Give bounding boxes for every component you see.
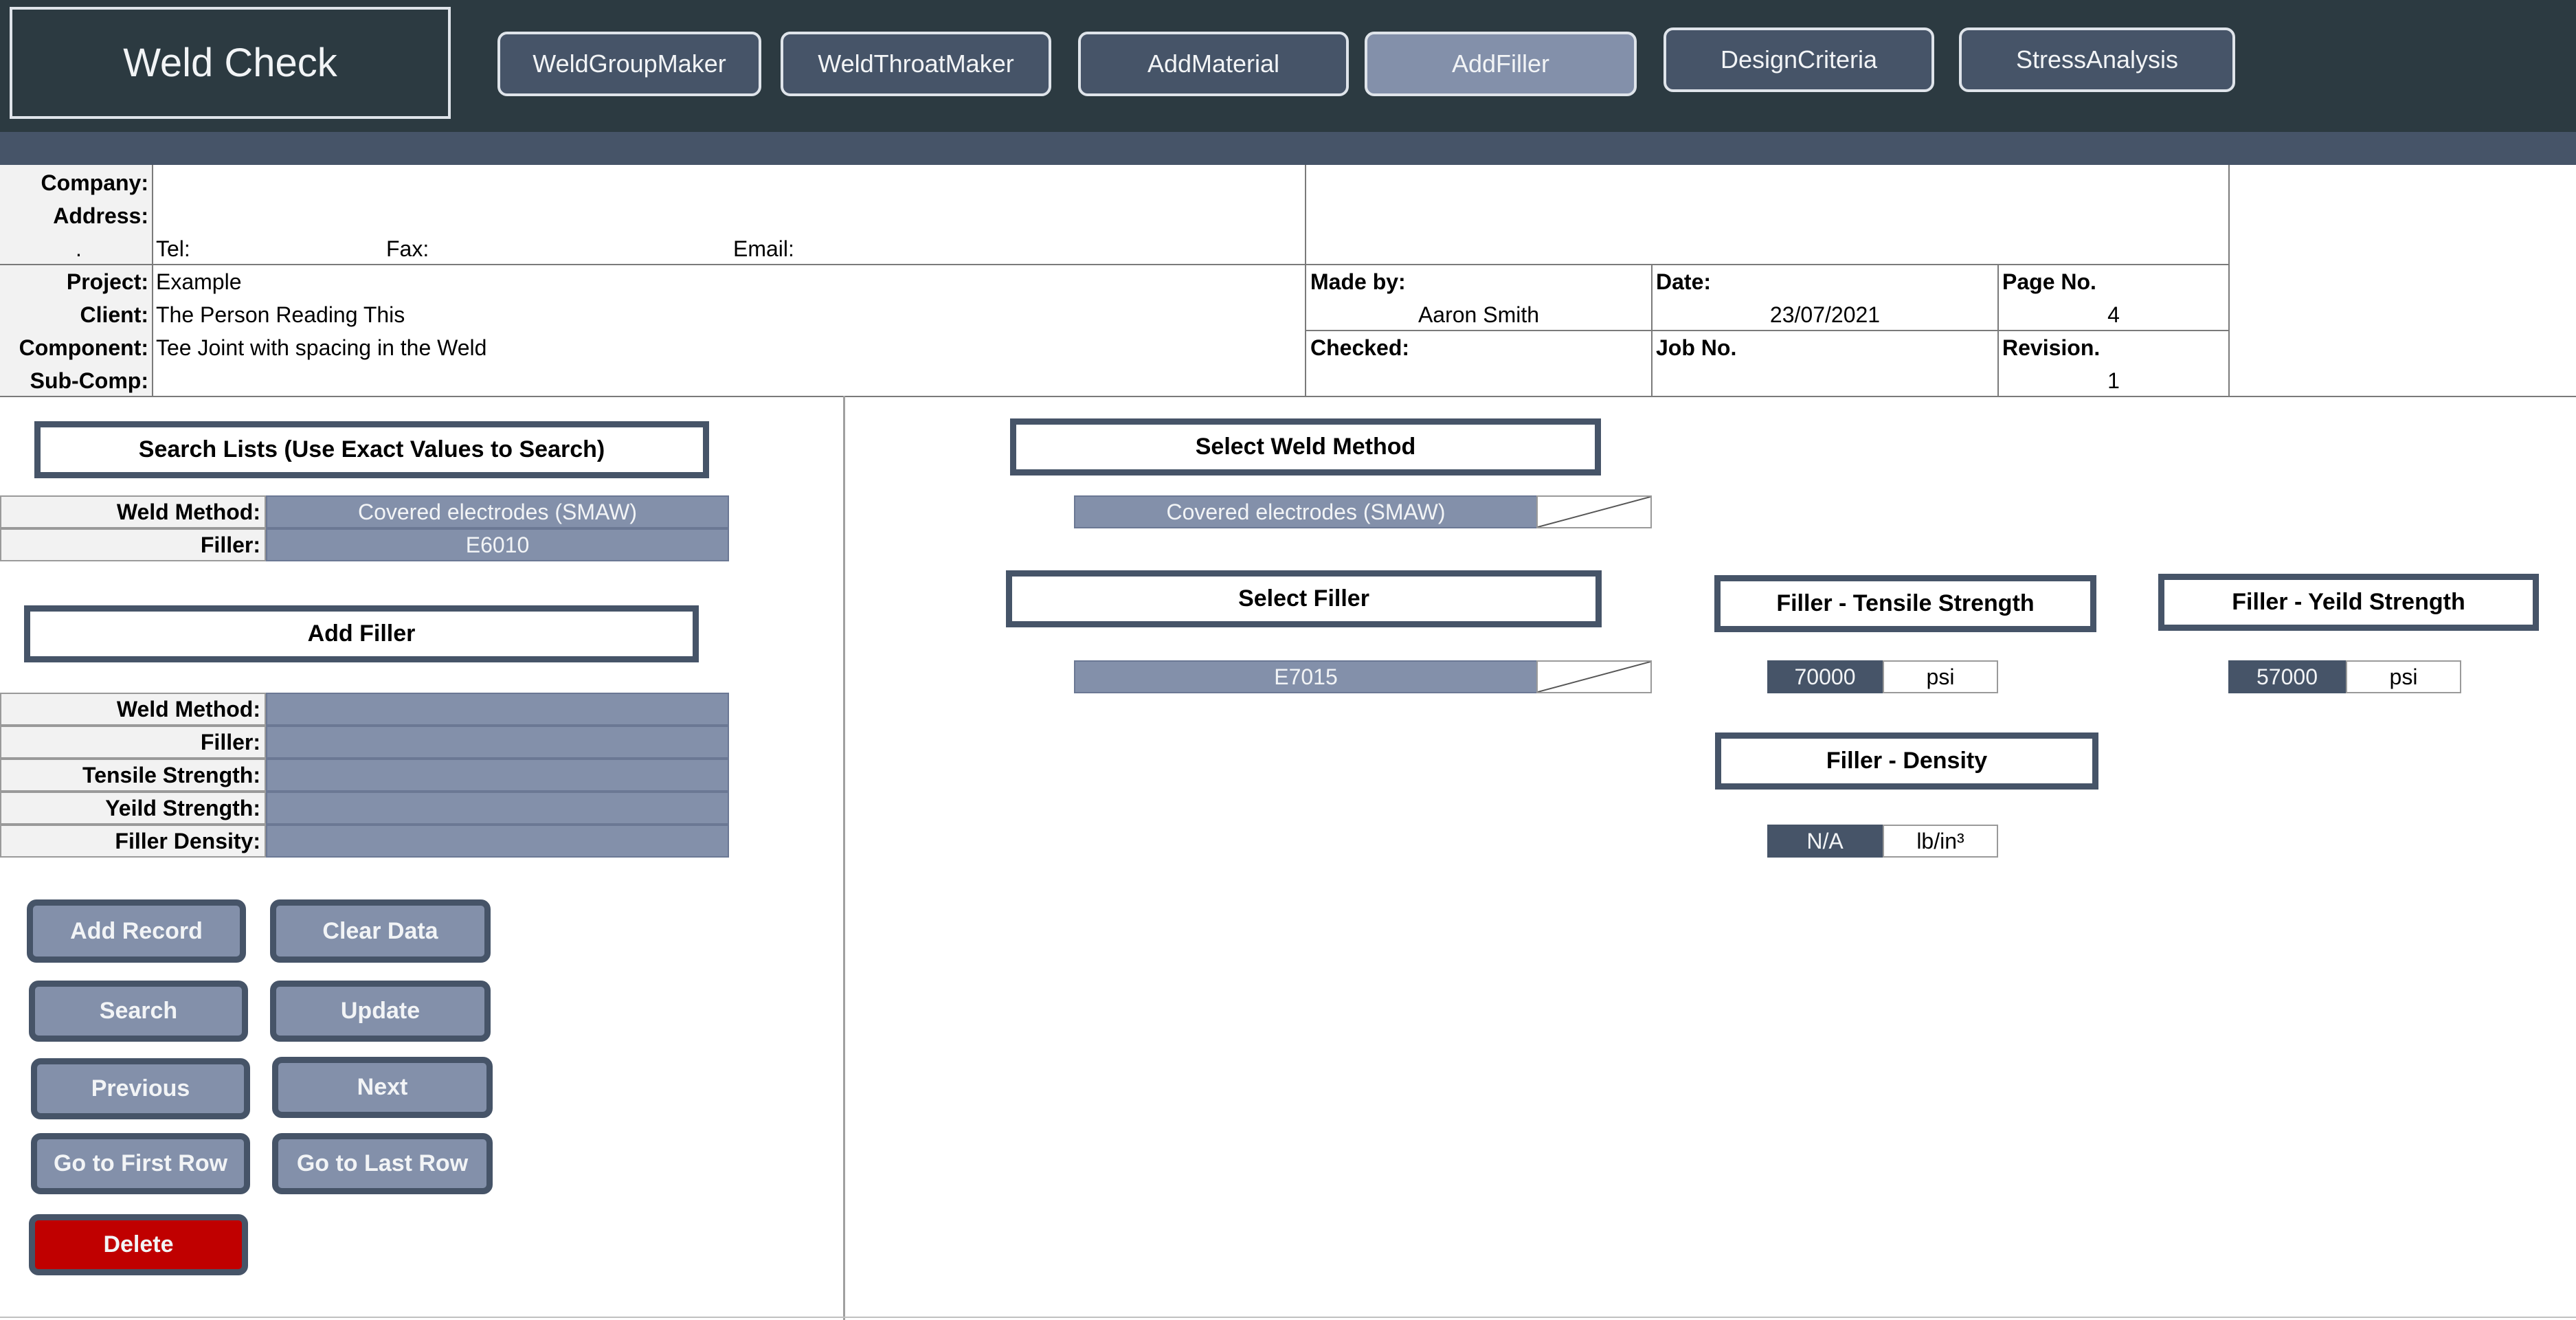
search-lists-heading: Search Lists (Use Exact Values to Search… — [34, 421, 709, 478]
search-weld-method-label: Weld Method: — [0, 495, 266, 528]
add-record-button[interactable]: Add Record — [27, 899, 246, 963]
nav-weld-throat-maker-button[interactable]: WeldThroatMaker — [781, 32, 1051, 96]
add-filler-density-label: Filler Density: — [0, 825, 266, 858]
add-filler-label: Filler: — [0, 726, 266, 759]
date-label: Date: — [1656, 269, 1712, 294]
add-weld-method-label: Weld Method: — [0, 693, 266, 726]
job-no-label: Job No. — [1656, 335, 1737, 360]
yield-strength-unit: psi — [2346, 660, 2461, 693]
grid-line — [152, 165, 153, 396]
client-value[interactable]: The Person Reading This — [156, 298, 405, 331]
weld-method-select-value[interactable]: Covered electrodes (SMAW) — [1074, 495, 1538, 528]
checked-label: Checked: — [1310, 335, 1410, 360]
made-by-label: Made by: — [1310, 269, 1406, 294]
app-title: Weld Check — [10, 7, 451, 119]
grid-line — [2228, 165, 2230, 396]
project-value[interactable]: Example — [156, 265, 242, 298]
fax-label: Fax: — [386, 236, 429, 261]
clear-data-button[interactable]: Clear Data — [270, 899, 491, 963]
search-filler-label: Filler: — [0, 528, 266, 561]
page-no-value[interactable]: 4 — [1999, 298, 2228, 331]
add-yield-strength-label: Yeild Strength: — [0, 792, 266, 825]
add-tensile-strength-label: Tensile Strength: — [0, 759, 266, 792]
made-by-value[interactable]: Aaron Smith — [1306, 298, 1651, 331]
filler-density-value: N/A — [1767, 825, 1883, 858]
add-filler-input[interactable] — [266, 726, 729, 759]
subcomp-label: Sub-Comp: — [30, 368, 148, 393]
nav-weld-group-maker-button[interactable]: WeldGroupMaker — [497, 32, 761, 96]
yield-strength-value: 57000 — [2228, 660, 2346, 693]
dropdown-arrow-icon — [1537, 661, 1651, 693]
yield-strength-heading: Filler - Yeild Strength — [2158, 574, 2539, 631]
previous-button[interactable]: Previous — [31, 1058, 250, 1119]
tensile-strength-value: 70000 — [1767, 660, 1883, 693]
tensile-strength-unit: psi — [1883, 660, 1998, 693]
add-tensile-strength-input[interactable] — [266, 759, 729, 792]
email-label: Email: — [733, 236, 794, 261]
address-label: Address: — [53, 203, 148, 228]
weld-method-dropdown-arrow[interactable] — [1536, 495, 1652, 528]
address-dot: . — [76, 236, 82, 261]
panel-divider — [843, 396, 845, 1320]
client-label: Client: — [80, 302, 148, 327]
next-button[interactable]: Next — [272, 1057, 493, 1118]
filler-density-unit: lb/in³ — [1883, 825, 1998, 858]
nav-add-filler-button[interactable]: AddFiller — [1365, 32, 1637, 96]
add-filler-density-input[interactable] — [266, 825, 729, 858]
add-yield-strength-input[interactable] — [266, 792, 729, 825]
select-filler-heading: Select Filler — [1006, 570, 1602, 627]
grid-line — [1305, 165, 1306, 396]
grid-line — [0, 264, 2230, 265]
nav-stress-analysis-button[interactable]: StressAnalysis — [1959, 27, 2235, 92]
nav-add-material-button[interactable]: AddMaterial — [1078, 32, 1349, 96]
go-to-first-row-button[interactable]: Go to First Row — [31, 1133, 250, 1194]
go-to-last-row-button[interactable]: Go to Last Row — [272, 1133, 493, 1194]
revision-label: Revision. — [2002, 335, 2101, 360]
dropdown-arrow-icon — [1537, 496, 1651, 528]
project-label: Project: — [66, 269, 148, 294]
toolbar-divider-strip — [0, 132, 2576, 165]
date-value[interactable]: 23/07/2021 — [1653, 298, 1997, 331]
filler-density-heading: Filler - Density — [1715, 732, 2098, 790]
filler-select-value[interactable]: E7015 — [1074, 660, 1538, 693]
search-button[interactable]: Search — [29, 981, 248, 1042]
add-weld-method-input[interactable] — [266, 693, 729, 726]
page-no-label: Page No. — [2002, 269, 2096, 294]
company-label: Company: — [41, 170, 148, 195]
update-button[interactable]: Update — [270, 981, 491, 1042]
add-filler-heading: Add Filler — [24, 605, 699, 662]
bottom-border — [0, 1317, 2576, 1318]
search-weld-method-input[interactable]: Covered electrodes (SMAW) — [266, 495, 729, 528]
search-filler-input[interactable]: E6010 — [266, 528, 729, 561]
delete-button[interactable]: Delete — [29, 1214, 248, 1275]
tel-label: Tel: — [156, 236, 190, 261]
tensile-strength-heading: Filler - Tensile Strength — [1714, 575, 2096, 632]
nav-design-criteria-button[interactable]: DesignCriteria — [1664, 27, 1934, 92]
select-weld-method-heading: Select Weld Method — [1010, 418, 1601, 476]
component-label: Component: — [19, 335, 148, 360]
filler-dropdown-arrow[interactable] — [1536, 660, 1652, 693]
revision-value[interactable]: 1 — [1999, 364, 2228, 397]
app-title-text: Weld Check — [123, 41, 337, 85]
component-value[interactable]: Tee Joint with spacing in the Weld — [156, 331, 486, 364]
